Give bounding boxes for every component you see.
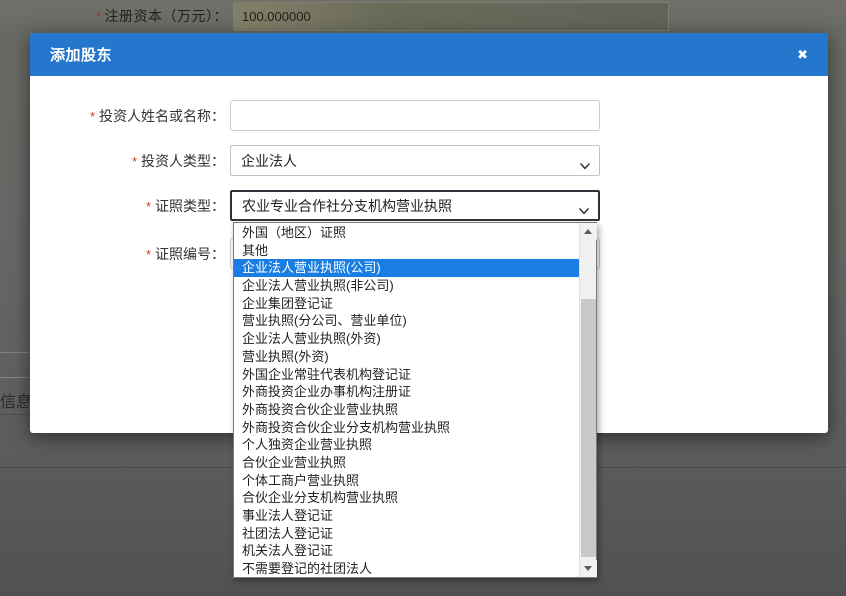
license-number-label: *证照编号： (30, 245, 225, 263)
dropdown-option[interactable]: 外国企业常驻代表机构登记证 (234, 366, 579, 384)
dropdown-option[interactable]: 不需要登记的社团法人 (234, 560, 579, 576)
dropdown-option[interactable]: 其他 (234, 242, 579, 260)
dropdown-option[interactable]: 企业法人营业执照(非公司) (234, 277, 579, 295)
license-type-label: *证照类型： (30, 197, 225, 215)
dropdown-option[interactable]: 机关法人登记证 (234, 542, 579, 560)
required-asterisk: * (146, 199, 151, 214)
listbox-scrollbar[interactable] (579, 223, 596, 577)
dropdown-option[interactable]: 合伙企业营业执照 (234, 454, 579, 472)
chevron-down-icon (579, 202, 589, 218)
scroll-down-icon[interactable] (580, 560, 597, 577)
dropdown-option[interactable]: 营业执照(分公司、营业单位) (234, 312, 579, 330)
required-asterisk: * (96, 9, 102, 24)
dropdown-option[interactable]: 外商投资合伙企业营业执照 (234, 401, 579, 419)
scroll-up-icon[interactable] (580, 223, 597, 240)
background-divider (0, 352, 29, 353)
dropdown-option[interactable]: 社团法人登记证 (234, 525, 579, 543)
investor-type-value: 企业法人 (241, 151, 297, 171)
required-asterisk: * (90, 109, 95, 124)
registered-capital-label: *注册资本（万元）： (0, 6, 228, 26)
dialog-header: 添加股东 ✖ (30, 33, 828, 76)
chevron-down-icon (580, 157, 590, 173)
license-type-listbox: 外国（地区）证照其他企业法人营业执照(公司)企业法人营业执照(非公司)企业集团登… (233, 222, 597, 578)
background-text-fragment: 信息 (0, 388, 29, 410)
dropdown-option[interactable]: 外国（地区）证照 (234, 224, 579, 242)
license-type-value: 农业专业合作社分支机构营业执照 (242, 196, 452, 216)
dropdown-option[interactable]: 外商投资合伙企业分支机构营业执照 (234, 419, 579, 437)
dropdown-option[interactable]: 营业执照(外资) (234, 348, 579, 366)
dropdown-option[interactable]: 企业集团登记证 (234, 295, 579, 313)
dialog-title: 添加股东 (50, 44, 112, 65)
background-divider (0, 377, 29, 378)
dropdown-option[interactable]: 个体工商户营业执照 (234, 472, 579, 490)
required-asterisk: * (132, 154, 137, 169)
registered-capital-input (233, 2, 669, 31)
license-type-select[interactable]: 农业专业合作社分支机构营业执照 (230, 190, 600, 221)
investor-name-label: *投资人姓名或名称： (30, 107, 225, 125)
scrollbar-thumb[interactable] (581, 299, 596, 557)
investor-type-select[interactable]: 企业法人 (230, 145, 600, 176)
page-background: *注册资本（万元）： 信息 添加股东 ✖ *投资人姓名或名称： *投资人类型： … (0, 0, 846, 596)
dropdown-option[interactable]: 企业法人营业执照(外资) (234, 330, 579, 348)
dropdown-option[interactable]: 事业法人登记证 (234, 507, 579, 525)
close-icon[interactable]: ✖ (793, 44, 812, 65)
dropdown-option[interactable]: 企业法人营业执照(公司) (234, 259, 579, 277)
dropdown-option[interactable]: 外商投资企业办事机构注册证 (234, 383, 579, 401)
dropdown-option[interactable]: 合伙企业分支机构营业执照 (234, 489, 579, 507)
dropdown-option[interactable]: 个人独资企业营业执照 (234, 436, 579, 454)
investor-type-label: *投资人类型： (30, 152, 225, 170)
required-asterisk: * (146, 247, 151, 262)
license-type-options: 外国（地区）证照其他企业法人营业执照(公司)企业法人营业执照(非公司)企业集团登… (234, 224, 579, 576)
background-divider (0, 414, 29, 415)
investor-name-input[interactable] (230, 100, 600, 131)
